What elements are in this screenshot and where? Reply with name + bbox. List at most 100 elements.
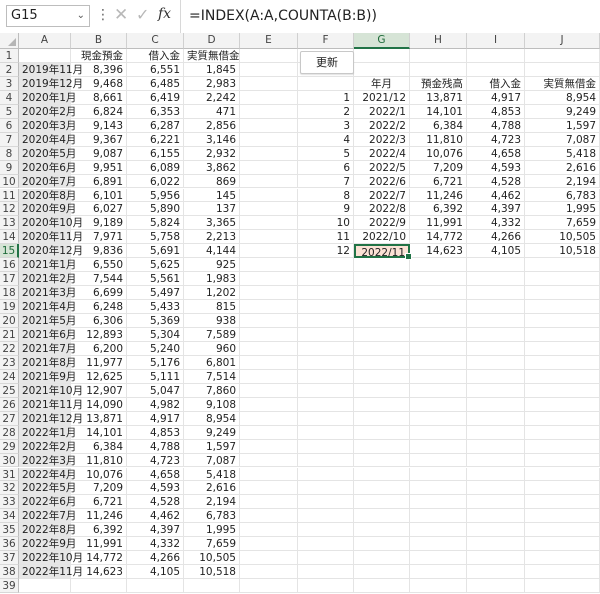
column-header-e[interactable]: E: [240, 33, 298, 49]
grid-cell[interactable]: [410, 537, 467, 552]
value-cell[interactable]: 3,146: [184, 132, 240, 147]
row-header-25[interactable]: 25: [0, 383, 19, 398]
value-cell[interactable]: 9,249: [525, 104, 600, 119]
row-header-21[interactable]: 21: [0, 328, 19, 342]
value-cell[interactable]: 9,108: [184, 397, 240, 412]
grid-cell[interactable]: [298, 258, 354, 273]
grid-cell[interactable]: [19, 579, 71, 594]
grid-cell[interactable]: [354, 495, 410, 510]
grid-cell[interactable]: [410, 314, 467, 328]
month-label-cell[interactable]: 2020年6月: [19, 160, 76, 175]
formula-input[interactable]: =INDEX(A:A,COUNTA(B:B)): [180, 0, 600, 33]
value-cell[interactable]: 5,890: [127, 202, 184, 217]
value-cell[interactable]: 6,550: [71, 258, 127, 273]
grid-cell[interactable]: [525, 439, 600, 454]
value-cell[interactable]: 7,659: [184, 537, 240, 552]
value-cell[interactable]: 5,956: [127, 188, 184, 203]
value-cell[interactable]: 9,367: [71, 132, 127, 147]
month-label-cell[interactable]: 2020年12月: [19, 244, 83, 259]
value-cell[interactable]: 6,801: [184, 355, 240, 370]
grid-cell[interactable]: [467, 551, 525, 566]
grid-cell[interactable]: [298, 425, 354, 440]
grid-cell[interactable]: [354, 579, 410, 594]
value-cell[interactable]: 10,505: [184, 551, 240, 566]
grid-cell[interactable]: [240, 230, 298, 245]
column-header-a[interactable]: A: [19, 33, 71, 49]
grid-cell[interactable]: [240, 216, 298, 231]
index-cell[interactable]: 10: [298, 216, 354, 231]
grid-cell[interactable]: [467, 425, 525, 440]
value-cell[interactable]: 4,144: [184, 244, 240, 259]
grid-cell[interactable]: [240, 481, 298, 496]
value-cell[interactable]: 8,396: [71, 62, 127, 77]
value-cell[interactable]: 5,111: [127, 369, 184, 384]
grid-cell[interactable]: [354, 341, 410, 356]
index-cell[interactable]: 3: [298, 118, 354, 133]
value-cell[interactable]: 4,593: [127, 481, 184, 496]
value-cell[interactable]: 11,246: [410, 188, 467, 203]
month-label-cell[interactable]: 2022年6月: [19, 495, 76, 510]
value-cell[interactable]: 2,242: [184, 90, 240, 105]
value-cell[interactable]: 4,658: [127, 467, 184, 482]
grid-cell[interactable]: [354, 314, 410, 328]
value-cell[interactable]: 5,240: [127, 341, 184, 356]
grid-cell[interactable]: [71, 579, 127, 594]
index-cell[interactable]: 4: [298, 132, 354, 147]
value-cell[interactable]: 2,616: [525, 160, 600, 175]
value-cell[interactable]: 4,266: [467, 230, 525, 245]
grid-cell[interactable]: [240, 579, 298, 594]
month-label-cell[interactable]: 2021年3月: [19, 286, 76, 301]
value-cell[interactable]: 12,907: [71, 383, 127, 398]
value-cell[interactable]: 6,287: [127, 118, 184, 133]
month-label-cell[interactable]: 2021年7月: [19, 341, 76, 356]
month-label-cell[interactable]: 2022年5月: [19, 481, 76, 496]
value-cell[interactable]: 6,699: [71, 286, 127, 301]
row-header-29[interactable]: 29: [0, 439, 19, 454]
row-header-31[interactable]: 31: [0, 467, 19, 482]
fill-handle[interactable]: [405, 253, 412, 261]
value-cell[interactable]: 2022/2: [354, 118, 410, 133]
value-cell[interactable]: 6,353: [127, 104, 184, 119]
value-cell[interactable]: 3,862: [184, 160, 240, 175]
value-cell[interactable]: 2022/8: [354, 202, 410, 217]
grid-cell[interactable]: [410, 509, 467, 524]
value-cell[interactable]: 7,971: [71, 230, 127, 245]
value-cell[interactable]: 6,721: [71, 495, 127, 510]
value-cell[interactable]: 2,932: [184, 146, 240, 161]
grid-cell[interactable]: [525, 258, 600, 273]
month-label-cell[interactable]: 2022年7月: [19, 509, 76, 524]
value-cell[interactable]: 9,249: [184, 425, 240, 440]
month-label-cell[interactable]: 2021年6月: [19, 328, 76, 342]
grid-cell[interactable]: [240, 523, 298, 538]
value-cell[interactable]: 6,891: [71, 174, 127, 189]
grid-cell[interactable]: [298, 272, 354, 287]
value-cell[interactable]: 14,101: [410, 104, 467, 119]
grid-cell[interactable]: [525, 300, 600, 315]
grid-cell[interactable]: [354, 300, 410, 315]
month-label-cell[interactable]: 2020年9月: [19, 202, 76, 217]
value-cell[interactable]: 4,332: [127, 537, 184, 552]
grid-cell[interactable]: [525, 314, 600, 328]
grid-cell[interactable]: [525, 328, 600, 342]
value-cell[interactable]: 5,176: [127, 355, 184, 370]
value-cell[interactable]: 14,772: [71, 551, 127, 566]
row-header-24[interactable]: 24: [0, 369, 19, 384]
month-label-cell[interactable]: 2020年4月: [19, 132, 76, 147]
value-cell[interactable]: 14,623: [410, 244, 467, 259]
value-cell[interactable]: 4,332: [467, 216, 525, 231]
grid-cell[interactable]: [240, 244, 298, 259]
month-label-cell[interactable]: 2021年4月: [19, 300, 76, 315]
grid-cell[interactable]: [298, 551, 354, 566]
column-header-b[interactable]: B: [71, 33, 127, 49]
value-cell[interactable]: 6,248: [71, 300, 127, 315]
value-cell[interactable]: 1,597: [184, 439, 240, 454]
month-label-cell[interactable]: 2020年11月: [19, 230, 83, 245]
value-cell[interactable]: 11,977: [71, 355, 127, 370]
row-header-32[interactable]: 32: [0, 481, 19, 496]
value-cell[interactable]: 6,089: [127, 160, 184, 175]
index-cell[interactable]: 7: [298, 174, 354, 189]
grid-cell[interactable]: [240, 551, 298, 566]
value-cell[interactable]: 1,995: [184, 523, 240, 538]
grid-cell[interactable]: [467, 509, 525, 524]
column-header-h[interactable]: H: [410, 33, 467, 49]
